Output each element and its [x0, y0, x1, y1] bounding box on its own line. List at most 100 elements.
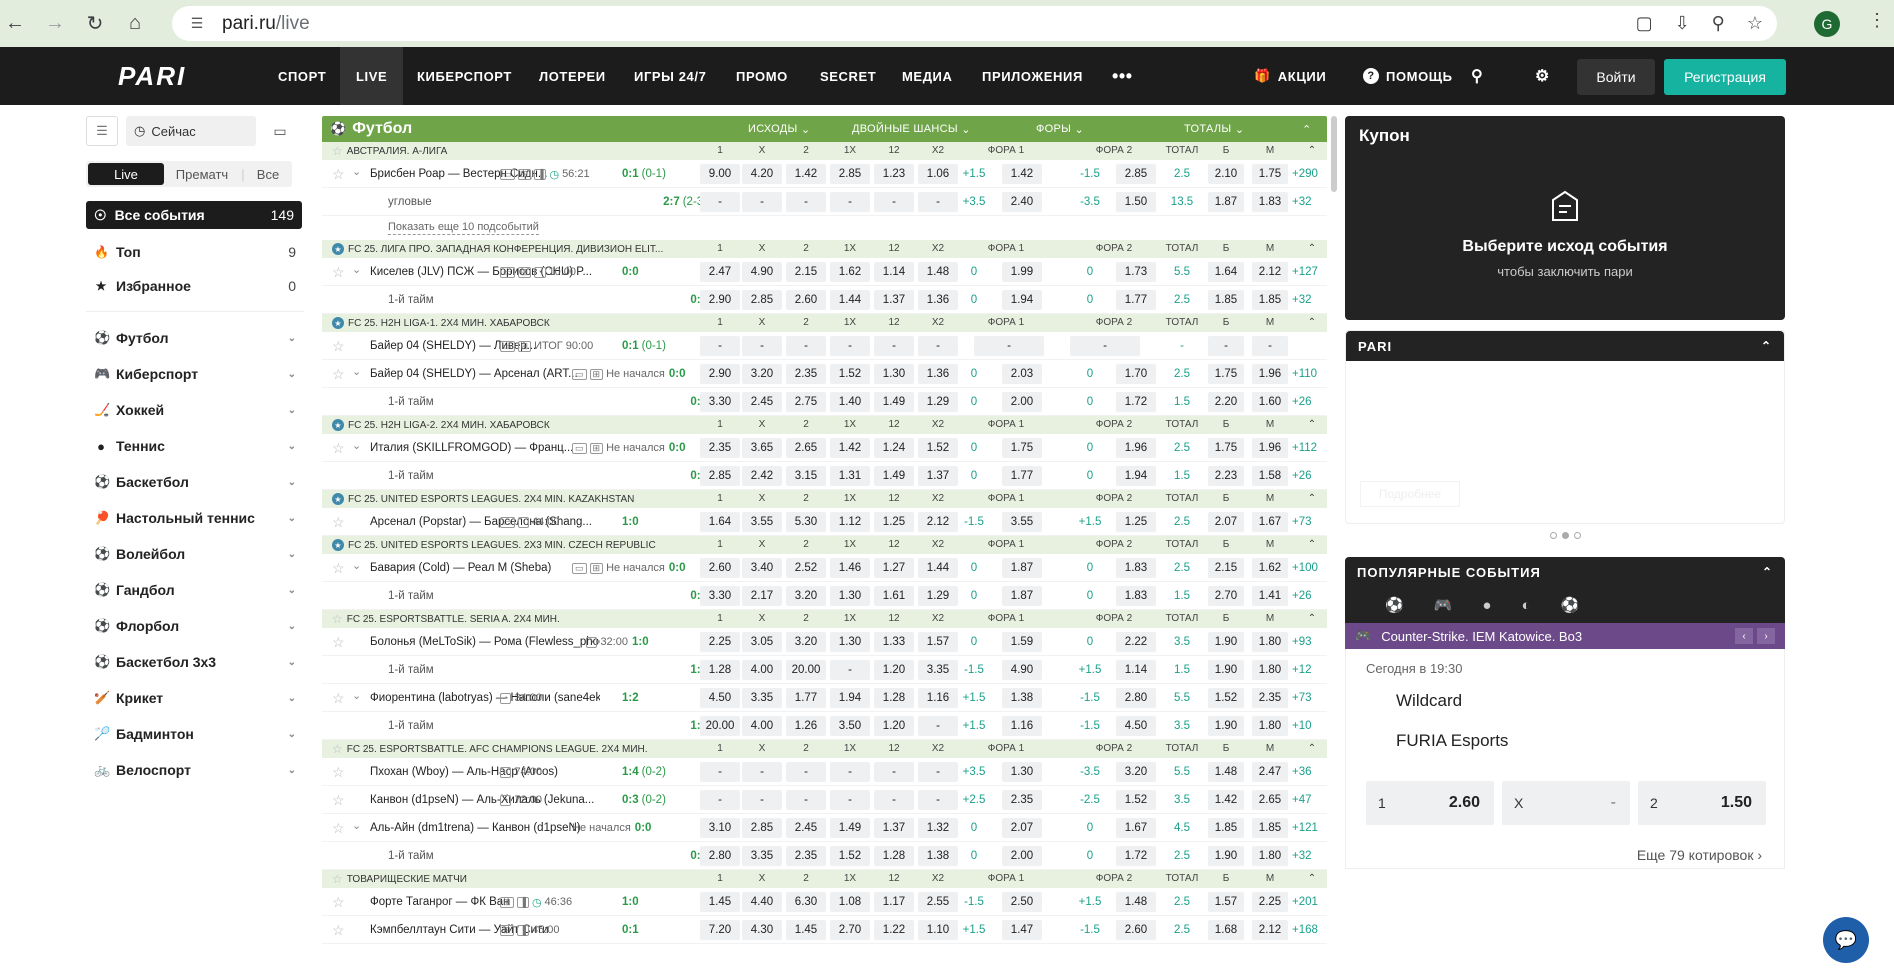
chevron-down-icon[interactable]: ⌄	[288, 477, 296, 488]
odd-cell[interactable]: 1.24	[874, 438, 914, 458]
basketball-icon[interactable]: ⚽	[1385, 596, 1404, 614]
favorite-star-icon[interactable]: ☆	[332, 338, 345, 355]
under-odd[interactable]: 2.65	[1252, 790, 1288, 810]
odd-cell[interactable]: 2.52	[786, 558, 826, 578]
odd-cell[interactable]: -	[786, 762, 826, 782]
under-odd[interactable]: -	[1252, 336, 1288, 356]
handicap-2-odd[interactable]: 1.73	[1116, 262, 1156, 282]
odd-cell[interactable]: 1.36	[918, 364, 958, 384]
favorite-star-icon[interactable]: ☆	[332, 690, 345, 707]
odd-cell[interactable]: 3.35	[742, 846, 782, 866]
handicap-1-odd[interactable]: 1.16	[1002, 716, 1042, 736]
back-icon[interactable]: ←	[2, 11, 28, 37]
odd-cell[interactable]: -	[700, 336, 740, 356]
odd-cell[interactable]: 7.20	[700, 920, 740, 940]
handicap-1-odd[interactable]: 1.87	[1002, 558, 1042, 578]
over-odd[interactable]: 2.23	[1208, 466, 1244, 486]
sport-item-0[interactable]: ⚽ Футбол ⌄	[86, 320, 304, 356]
odd-cell[interactable]: 2.25	[700, 632, 740, 652]
league-name[interactable]: ★ FC 25. H2H LIGA-1. 2X4 МИН. ХАБАРОВСК	[332, 314, 550, 332]
league-name[interactable]: ☆ АВСТРАЛИЯ. А-ЛИГА	[332, 142, 447, 160]
chevron-down-icon[interactable]: ⌄	[288, 765, 296, 776]
more-button[interactable]: Подробнее	[1360, 481, 1460, 507]
nav-item-0[interactable]: СПОРТ	[278, 47, 326, 105]
odd-cell[interactable]: 2.35	[786, 846, 826, 866]
handicap-1-odd[interactable]: 4.90	[1002, 660, 1042, 680]
odd-cell[interactable]: -	[742, 762, 782, 782]
odd-cell[interactable]: -	[830, 660, 870, 680]
under-odd[interactable]: 2.47	[1252, 762, 1288, 782]
under-odd[interactable]: 2.35	[1252, 688, 1288, 708]
league-name[interactable]: ☆ ТОВАРИЩЕСКИЕ МАТЧИ	[332, 870, 467, 888]
odd-2[interactable]: 2 1.50	[1638, 781, 1766, 825]
segment-live[interactable]: Live	[88, 163, 164, 185]
odd-cell[interactable]: 1.36	[918, 290, 958, 310]
handicap-1-odd[interactable]: 1.77	[1002, 466, 1042, 486]
expand-chevron-icon[interactable]: ⌄	[352, 365, 361, 378]
odd-cell[interactable]: 1.52	[830, 846, 870, 866]
odd-cell[interactable]: -	[918, 762, 958, 782]
handicap-1-odd[interactable]: 2.00	[1002, 846, 1042, 866]
odd-cell[interactable]: 1.20	[874, 716, 914, 736]
install-icon[interactable]: ⇩	[1675, 13, 1690, 34]
odd-cell[interactable]: 1.06	[918, 164, 958, 184]
chevron-down-icon[interactable]: ⌄	[288, 621, 296, 632]
odd-cell[interactable]: 3.20	[786, 632, 826, 652]
chevron-down-icon[interactable]: ⌄	[288, 405, 296, 416]
event-teams[interactable]: Аль-Айн (dm1trena) — Канвон (d1pseN)	[370, 814, 600, 842]
favorite-star-icon[interactable]: ☆	[332, 514, 345, 531]
collapse-chevron-icon[interactable]: ⌃	[1762, 565, 1773, 579]
settings-gear-icon[interactable]: ⚙	[1535, 47, 1550, 105]
odd-cell[interactable]: 2.85	[742, 818, 782, 838]
odd-cell[interactable]: -	[918, 336, 958, 356]
expand-chevron-icon[interactable]: ⌄	[352, 819, 361, 832]
over-odd[interactable]: 1.90	[1208, 632, 1244, 652]
handicap-2-odd[interactable]: 1.77	[1116, 290, 1156, 310]
odd-cell[interactable]: 1.42	[830, 438, 870, 458]
odd-cell[interactable]: 4.30	[742, 920, 782, 940]
handicap-2-odd[interactable]: 1.83	[1116, 558, 1156, 578]
event-teams[interactable]: Болонья (MeLToSik) — Рома (Flewless_phoe…	[370, 628, 600, 656]
odd-cell[interactable]: 1.14	[874, 262, 914, 282]
prev-arrow-icon[interactable]: ‹	[1735, 628, 1753, 644]
sport-item-1[interactable]: 🎮 Киберспорт ⌄	[86, 356, 304, 392]
under-odd[interactable]: 2.12	[1252, 262, 1288, 282]
odd-cell[interactable]: 1.40	[830, 392, 870, 412]
favorite-star-icon[interactable]: ☆	[332, 560, 345, 577]
odd-cell[interactable]: -	[700, 790, 740, 810]
more-dots-icon[interactable]: •••	[1112, 47, 1133, 105]
handicap-1-odd[interactable]: 1.42	[1002, 164, 1042, 184]
under-odd[interactable]: 1.41	[1252, 586, 1288, 606]
odd-cell[interactable]: 3.55	[742, 512, 782, 532]
odd-cell[interactable]: 1.17	[874, 892, 914, 912]
odd-cell[interactable]: 1.29	[918, 392, 958, 412]
odd-cell[interactable]: 2.12	[918, 512, 958, 532]
star-icon[interactable]: ☆	[332, 144, 343, 158]
over-odd[interactable]: 1.90	[1208, 716, 1244, 736]
nav-item-8[interactable]: ПРИЛОЖЕНИЯ	[982, 47, 1083, 105]
over-odd[interactable]: 2.07	[1208, 512, 1244, 532]
under-odd[interactable]: 1.85	[1252, 818, 1288, 838]
odd-cell[interactable]: 1.28	[874, 846, 914, 866]
over-odd[interactable]: 1.64	[1208, 262, 1244, 282]
filter-icon[interactable]: ☰	[86, 116, 118, 146]
odd-cell[interactable]: 1.52	[830, 364, 870, 384]
more-markets-link[interactable]: +32	[1292, 286, 1312, 314]
event-teams[interactable]: Бавария (Cold) — Реал М (Sheba)	[370, 554, 600, 582]
odd-cell[interactable]: 3.40	[742, 558, 782, 578]
promo-link[interactable]: 🎁 АКЦИИ	[1254, 47, 1326, 105]
collapse-chevron-icon[interactable]: ⌃	[1302, 870, 1322, 888]
more-markets-link[interactable]: +12	[1292, 656, 1312, 684]
more-markets-link[interactable]: +168	[1292, 916, 1318, 944]
carousel-dot[interactable]	[1549, 532, 1557, 539]
sport-item-2[interactable]: 🏒 Хоккей ⌄	[86, 392, 304, 428]
star-icon[interactable]: ☆	[332, 872, 343, 886]
odd-cell[interactable]: 1.37	[874, 818, 914, 838]
more-markets-link[interactable]: +290	[1292, 160, 1318, 188]
odd-cell[interactable]: 1.30	[830, 632, 870, 652]
odd-cell[interactable]: 1.22	[874, 920, 914, 940]
odd-cell[interactable]: 2.15	[786, 262, 826, 282]
handicap-1-odd[interactable]: 2.35	[1002, 790, 1042, 810]
nav-item-6[interactable]: SECRET	[820, 47, 876, 105]
collapse-chevron-icon[interactable]: ⌃	[1302, 314, 1322, 332]
